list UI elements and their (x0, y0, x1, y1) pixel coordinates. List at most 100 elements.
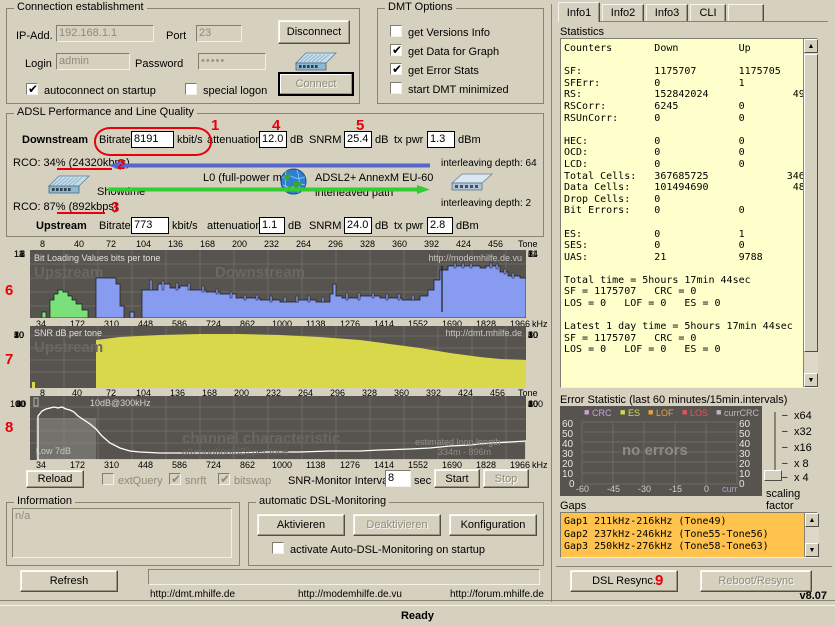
check-icon: ✔ (392, 62, 403, 76)
dmt-opt-minimized-checkbox[interactable] (390, 82, 402, 94)
tab-empty[interactable] (728, 4, 764, 21)
upstream-txpwr-label: tx pwr (394, 220, 424, 232)
downstream-attenuation-label: attenuation (207, 134, 262, 146)
snr-monitor-interval-label: SNR-Monitor Interval: (288, 475, 394, 487)
extquery-checkbox[interactable] (102, 473, 114, 485)
aktivieren-button[interactable]: Aktivieren (257, 514, 345, 536)
bitloading-y-axis-right: 14 11 85 2 (528, 249, 539, 259)
gaps-scroll-up-icon[interactable]: ▲ (805, 513, 819, 527)
autoconnect-checkbox[interactable]: ✔ (26, 83, 38, 95)
statistics-textarea[interactable]: Counters Down Up SF: 1175707 1175705 SFE… (560, 38, 818, 388)
upstream-attenuation-value: 1.1 (259, 217, 285, 234)
modem-icon (292, 49, 338, 73)
link-forum[interactable]: http://forum.mhilfe.de (450, 589, 544, 600)
scaling-factor-label: scaling factor (766, 488, 801, 512)
upstream-txpwr-value: 2.8 (427, 217, 453, 234)
upstream-snrm-value: 24.0 (344, 217, 372, 234)
tab-cli[interactable]: CLI (690, 4, 726, 21)
error-y-axis-right: 60 50 40 30 20 10 0 (739, 419, 751, 490)
gaps-textarea[interactable]: Gap1 211kHz-216kHz (Tone49) Gap2 237kHz-… (560, 512, 818, 558)
error-y-axis-left: 60 50 40 30 20 10 0 (562, 419, 575, 490)
dsl-resync-label: DSL Resync. (592, 575, 656, 587)
channel-characteristic-chart[interactable]: 10dB@300kHz Low 7dB channel characterist… (30, 396, 526, 460)
scroll-up-icon[interactable]: ▲ (804, 39, 818, 53)
deaktivieren-button[interactable]: Deaktivieren (353, 514, 441, 536)
login-label: Login (25, 58, 52, 70)
auto-monitoring-startup-checkbox[interactable] (272, 542, 284, 554)
login-input[interactable]: admin (56, 53, 130, 70)
tab-info3[interactable]: Info3 (646, 4, 688, 21)
bit-loading-chart[interactable]: Bit Loading Values bits per tone http://… (30, 250, 526, 318)
upstream-interleaving-depth: interleaving depth: 2 (441, 198, 532, 209)
gaps-scrollbar[interactable]: ▲ ▼ (804, 513, 819, 557)
information-textbox[interactable]: n/a (12, 508, 232, 558)
port-input[interactable]: 23 (196, 25, 242, 42)
reload-button[interactable]: Reload (26, 470, 84, 488)
slider-thumb[interactable] (764, 470, 782, 481)
stop-button[interactable]: Stop (483, 469, 529, 488)
error-statistic-caption: Error Statistic (last 60 minutes/15min.i… (560, 394, 788, 406)
password-input[interactable]: ••••• (198, 53, 266, 70)
downstream-title: Downstream (22, 134, 89, 146)
slider-track (774, 412, 776, 478)
statistics-scrollbar[interactable]: ▲ ▼ (803, 39, 818, 387)
snr-per-tone-chart[interactable]: SNR dB per tone http://dmt.mhilfe.de Ups… (30, 326, 526, 388)
snr-y-axis-right: 50 40 30 20 10 (528, 330, 539, 340)
dmt-opt-errorstats-label: get Error Stats (408, 65, 479, 77)
statistics-caption: Statistics (560, 26, 605, 38)
snr-watermark-upstream: Upstream (34, 339, 104, 356)
start-button[interactable]: Start (434, 469, 480, 488)
disconnect-button[interactable]: Disconnect (278, 20, 350, 44)
channel-loop-length-label: estimated loop length (415, 437, 501, 447)
snr-monitor-interval-input[interactable]: 8 (385, 470, 411, 487)
error-statistic-chart[interactable]: ■ CRC ■ ES ■ LOF ■ LOS ■ currCRC 60 50 4… (560, 406, 762, 496)
dmt-opt-graph-checkbox[interactable]: ✔ (390, 44, 402, 56)
password-label: Password (135, 58, 184, 70)
information-caption: Information (14, 496, 76, 507)
port-label: Port (166, 30, 187, 42)
gaps-scroll-down-icon[interactable]: ▼ (805, 543, 819, 557)
tab-info1[interactable]: Info1 (558, 2, 600, 22)
ip-address-input[interactable]: 192.168.1.1 (56, 25, 154, 42)
link-modemhilfe[interactable]: http://modemhilfe.de.vu (298, 589, 402, 600)
link-dmt[interactable]: http://dmt.mhilfe.de (150, 589, 235, 600)
channel-low-label: Low 7dB (36, 446, 72, 456)
upstream-title: Upstream (36, 220, 87, 232)
scaling-x32: x32 (794, 426, 812, 438)
reboot-resync-button[interactable]: Reboot/Resync (700, 570, 812, 592)
channel-y-axis-left: 100 80 60 40 20 (10, 399, 27, 409)
snrft-checkbox[interactable]: ✔ (169, 473, 181, 485)
upstream-bitrate-label: Bitrate (99, 220, 131, 232)
upstream-attenuation-unit: dB (288, 220, 302, 232)
downstream-snrm-unit: dB (375, 134, 389, 146)
upstream-arrow-icon (108, 185, 430, 194)
annotation-1: 1 (211, 117, 220, 134)
router-icon (448, 170, 494, 194)
annotation-4: 4 (272, 117, 281, 134)
check-icon: ✔ (392, 43, 403, 57)
scroll-down-icon[interactable]: ▼ (804, 373, 818, 387)
autoconnect-label: autoconnect on startup (44, 85, 156, 97)
check-icon: ✔ (171, 472, 182, 486)
konfiguration-button[interactable]: Konfiguration (449, 514, 537, 536)
special-logon-checkbox[interactable] (185, 83, 197, 95)
dmt-opt-errorstats-checkbox[interactable]: ✔ (390, 63, 402, 75)
status-text: Ready (400, 610, 435, 622)
dmt-opt-versions-checkbox[interactable] (390, 25, 402, 37)
snr-title: SNR dB per tone (34, 328, 103, 338)
annotation-5: 5 (356, 117, 365, 134)
tab-info2[interactable]: Info2 (602, 4, 644, 21)
downstream-interleaving-depth: interleaving depth: 64 (441, 158, 537, 169)
refresh-button[interactable]: Refresh (20, 570, 118, 592)
annotation-underline-2 (57, 168, 112, 170)
bitloading-watermark-upstream: Upstream (34, 264, 104, 281)
scaling-factor-control[interactable]: ‒ x64 ‒ x32 ‒ x16 ‒ x 8 ‒ x 4 scaling fa… (764, 410, 828, 512)
connect-button[interactable]: Connect (278, 72, 354, 96)
dmt-options-caption: DMT Options (385, 2, 456, 13)
scrollbar-thumb[interactable] (804, 54, 818, 352)
scaling-x16: x16 (794, 442, 812, 454)
adsl-standard-label: ADSL2+ AnnexM EU-60 (315, 172, 434, 184)
bitloading-y-axis-left: 14 11 85 2 (14, 249, 26, 259)
snr-url: http://dmt.mhilfe.de (445, 328, 522, 338)
bitswap-checkbox[interactable]: ✔ (218, 473, 230, 485)
